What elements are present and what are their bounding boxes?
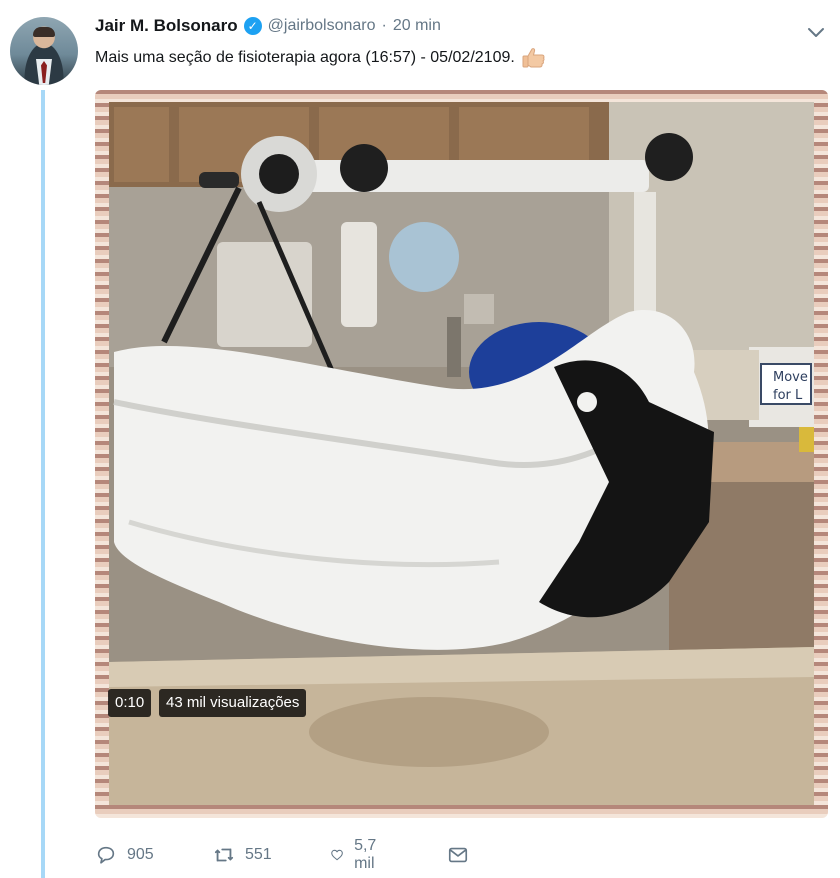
sign-text-2: for L	[773, 388, 803, 403]
verified-badge-icon: ✓	[243, 17, 262, 35]
sign-text-1: Move	[773, 370, 808, 385]
retweet-count: 551	[245, 846, 272, 863]
envelope-icon	[448, 847, 468, 863]
chevron-down-icon[interactable]	[806, 22, 826, 42]
retweet-button[interactable]: 551	[213, 842, 272, 868]
reply-button[interactable]: 905	[95, 842, 154, 868]
avatar-hair	[33, 27, 55, 37]
tweet-timestamp[interactable]: 20 min	[393, 17, 441, 35]
reply-icon	[97, 846, 115, 864]
tweet-text: Mais uma seção de fisioterapia agora (16…	[95, 49, 515, 66]
video-duration-badge: 0:10	[108, 689, 152, 717]
author-handle[interactable]: @jairbolsonaro	[268, 17, 376, 35]
tweet-body: Mais uma seção de fisioterapia agora (16…	[95, 47, 547, 69]
direct-message-button[interactable]	[447, 842, 469, 868]
thread-connector-line	[41, 90, 45, 878]
tweet-header: Jair M. Bolsonaro ✓ @jairbolsonaro · 20 …	[95, 16, 441, 36]
thumbs-up-icon	[522, 48, 545, 68]
reply-count: 905	[127, 846, 154, 863]
video-views-badge: 43 mil visualizações	[159, 689, 307, 717]
avatar[interactable]	[10, 17, 78, 85]
separator-dot: ·	[381, 17, 387, 34]
retweet-icon	[214, 848, 234, 862]
like-count: 5,7 mil	[354, 837, 377, 872]
author-name[interactable]: Jair M. Bolsonaro	[95, 16, 238, 36]
heart-icon	[331, 849, 343, 861]
like-button[interactable]: 5,7 mil	[330, 837, 384, 872]
